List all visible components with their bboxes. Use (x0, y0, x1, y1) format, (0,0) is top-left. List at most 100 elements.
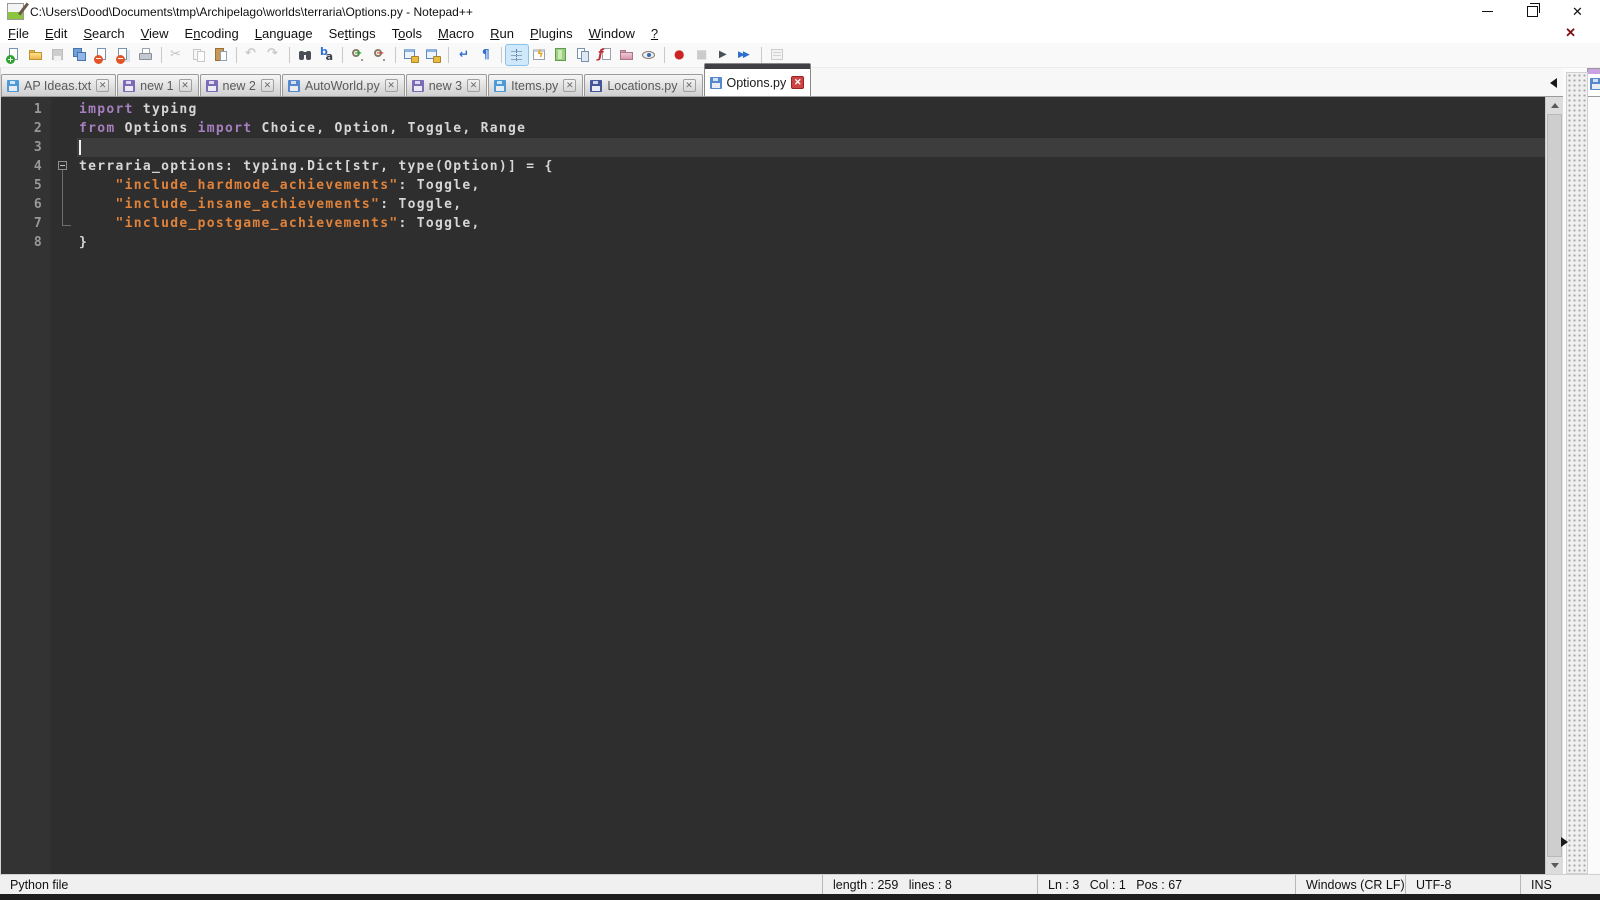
menu-search[interactable]: Search (75, 25, 132, 42)
macro-play-button[interactable] (713, 45, 735, 65)
saved-file-icon (411, 79, 424, 92)
tab-close-icon[interactable]: ✕ (178, 79, 192, 92)
copy-button[interactable] (188, 45, 210, 65)
menu-language[interactable]: Language (247, 25, 321, 42)
macro-run-multiple-button[interactable] (735, 45, 757, 65)
scroll-up-icon[interactable] (1546, 97, 1563, 114)
tab-close-icon[interactable]: ✕ (563, 79, 577, 92)
token-keyword: import (79, 102, 134, 117)
document-map-button[interactable] (550, 45, 572, 65)
minimize-button[interactable] (1465, 0, 1510, 23)
editor[interactable]: 12345678 import typing from Options impor… (1, 97, 1563, 874)
sync-vertical-button[interactable] (400, 45, 422, 65)
fold-cell (51, 176, 77, 195)
zoom-out-button[interactable] (369, 45, 391, 65)
second-view-tab-fragment[interactable] (1587, 68, 1600, 97)
new-file-button[interactable] (3, 45, 25, 65)
indent-guide-button[interactable] (505, 44, 529, 66)
scroll-down-icon[interactable] (1546, 857, 1563, 874)
menu-tools[interactable]: Tools (384, 25, 430, 42)
macro-stop-button[interactable] (691, 45, 713, 65)
close-button[interactable]: ✕ (1555, 0, 1600, 23)
code-area[interactable]: import typing from Options import Choice,… (77, 97, 1545, 874)
macro-record-button[interactable] (669, 45, 691, 65)
sync-horizontal-button[interactable] (422, 45, 444, 65)
toolbar-separator (664, 47, 665, 63)
menu-run[interactable]: Run (482, 25, 522, 42)
tab-close-icon[interactable]: ✕ (682, 79, 696, 92)
tab-close-icon[interactable]: ✕ (791, 76, 805, 89)
tab-new-3[interactable]: new 3 ✕ (405, 74, 488, 96)
code-line[interactable]: import typing (77, 100, 1545, 119)
tab-autoworld-py[interactable]: AutoWorld.py ✕ (281, 74, 405, 96)
tab-close-icon[interactable]: ✕ (260, 79, 274, 92)
print-button[interactable] (135, 45, 157, 65)
show-all-chars-button[interactable] (475, 45, 497, 65)
code-line[interactable]: from Options import Choice, Option, Togg… (77, 119, 1545, 138)
tab-close-icon[interactable]: ✕ (467, 79, 481, 92)
document-list-button[interactable] (572, 45, 594, 65)
close-all-button[interactable] (113, 45, 135, 65)
menu-window[interactable]: Window (581, 25, 643, 42)
folder-as-workspace-button[interactable] (616, 45, 638, 65)
redo-button[interactable] (263, 45, 285, 65)
token-string: "include_hardmode_achievements" (115, 178, 399, 193)
menu-macro[interactable]: Macro (430, 25, 482, 42)
paste-button[interactable] (210, 45, 232, 65)
menu-view[interactable]: View (133, 25, 177, 42)
cut-button[interactable] (166, 45, 188, 65)
view-splitter[interactable] (1561, 72, 1588, 874)
tab-locations-py[interactable]: Locations.py ✕ (584, 74, 703, 96)
monitoring-icon (641, 47, 657, 63)
line-number: 4 (33, 159, 43, 174)
user-defined-language-button[interactable] (528, 45, 550, 65)
word-wrap-button[interactable] (453, 45, 475, 65)
save-all-button[interactable] (69, 45, 91, 65)
find-button[interactable] (294, 45, 316, 65)
tab-close-icon[interactable]: ✕ (384, 79, 398, 92)
code-line[interactable]: "include_postgame_achievements": Toggle, (77, 214, 1545, 233)
tab-close-icon[interactable]: ✕ (96, 79, 110, 92)
close-document-icon[interactable]: ✕ (1565, 25, 1576, 41)
tab-items-py[interactable]: Items.py ✕ (488, 74, 584, 96)
menu-encoding[interactable]: Encoding (177, 25, 247, 42)
tab-new-2[interactable]: new 2 ✕ (199, 74, 281, 96)
status-insert-mode[interactable]: INS (1520, 875, 1600, 894)
macro-save-button[interactable] (766, 45, 788, 65)
menu-settings[interactable]: Settings (321, 25, 384, 42)
fold-collapse-icon[interactable] (51, 157, 77, 176)
tab-scroll-left-icon[interactable] (1550, 78, 1557, 88)
zoom-in-button[interactable] (347, 45, 369, 65)
menu-file[interactable]: File (0, 25, 37, 42)
code-line[interactable]: "include_hardmode_achievements": Toggle, (77, 176, 1545, 195)
title-bar: C:\Users\Dood\Documents\tmp\Archipelago\… (0, 0, 1600, 23)
menu-help[interactable]: ? (643, 25, 666, 42)
code-line[interactable]: } (77, 233, 1545, 252)
tab-new-1[interactable]: new 1 ✕ (117, 74, 199, 96)
tab-ap-ideas-txt[interactable]: AP Ideas.txt ✕ (1, 74, 117, 96)
code-line[interactable] (77, 138, 1545, 157)
function-list-button[interactable] (594, 45, 616, 65)
save-button[interactable] (47, 45, 69, 65)
line-number: 5 (33, 178, 43, 193)
undo-button[interactable] (241, 45, 263, 65)
close-file-button[interactable] (91, 45, 113, 65)
open-file-button[interactable] (25, 45, 47, 65)
fold-cell (51, 233, 77, 252)
code-line[interactable]: "include_insane_achievements": Toggle, (77, 195, 1545, 214)
code-line[interactable]: terraria_options: typing.Dict[str, type(… (77, 157, 1545, 176)
menu-plugins[interactable]: Plugins (522, 25, 581, 42)
monitoring-button[interactable] (638, 45, 660, 65)
toolbar-separator (761, 47, 762, 63)
line-number: 2 (33, 121, 43, 136)
tab-label: AutoWorld.py (304, 78, 380, 93)
vertical-scrollbar[interactable] (1545, 97, 1563, 874)
tab-options-py[interactable]: Options.py ✕ (703, 63, 812, 96)
menu-edit[interactable]: Edit (37, 25, 75, 42)
token-string: "include_postgame_achievements" (115, 216, 399, 231)
saved-file-icon (123, 79, 136, 92)
replace-button[interactable] (316, 45, 338, 65)
scrollbar-thumb[interactable] (1547, 114, 1562, 857)
restore-button[interactable] (1510, 0, 1555, 23)
